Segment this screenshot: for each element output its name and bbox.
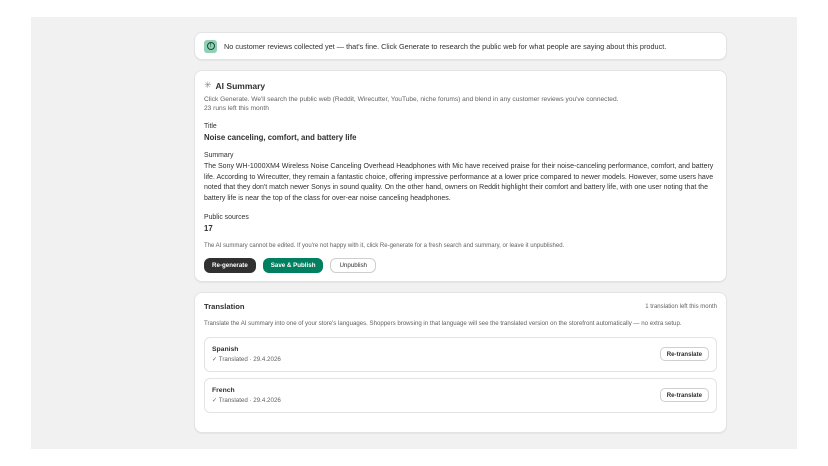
ai-summary-subtitle: Click Generate. We'll search the public … (204, 96, 619, 103)
runs-left: 23 runs left this month (204, 105, 269, 112)
page-background: ! No customer reviews collected yet — th… (31, 17, 797, 449)
unpublish-button[interactable]: Unpublish (330, 258, 376, 273)
summary-label: Summary (204, 152, 234, 159)
main-column: ! No customer reviews collected yet — th… (194, 32, 727, 433)
ai-summary-title: AI Summary (215, 80, 266, 91)
translation-status: ✓ Translated · 29.4.2026 (212, 396, 281, 404)
save-publish-button[interactable]: Save & Publish (262, 258, 324, 273)
language-name: Spanish (212, 345, 239, 353)
translation-header: Translation 1 translation left this mont… (204, 302, 717, 311)
language-row-french: French ✓ Translated · 29.4.2026 Re-trans… (204, 377, 717, 413)
title-label: Title (204, 123, 217, 130)
info-icon: ! (204, 39, 217, 53)
language-info: French ✓ Translated · 29.4.2026 (212, 387, 281, 404)
language-name: French (212, 386, 235, 394)
language-row-spanish: Spanish ✓ Translated · 29.4.2026 Re-tran… (204, 336, 717, 372)
ai-summary-card: ✳ AI Summary Click Generate. We'll searc… (194, 70, 727, 282)
translation-status: ✓ Translated · 29.4.2026 (212, 355, 281, 363)
public-sources-label: Public sources (204, 214, 249, 221)
banner-text: No customer reviews collected yet — that… (224, 41, 667, 51)
translations-left: 1 translation left this month (645, 303, 717, 310)
summary-actions: Re-generate Save & Publish Unpublish (204, 258, 717, 273)
sparkle-icon: ✳ (204, 80, 212, 90)
language-info: Spanish ✓ Translated · 29.4.2026 (212, 346, 281, 363)
ai-summary-heading: ✳ AI Summary (204, 80, 717, 91)
public-sources-value: 17 (204, 224, 213, 233)
retranslate-spanish-button[interactable]: Re-translate (659, 347, 709, 361)
retranslate-french-button[interactable]: Re-translate (659, 388, 709, 402)
summary-text: The Sony WH-1000XM4 Wireless Noise Cance… (204, 163, 714, 202)
no-reviews-banner: ! No customer reviews collected yet — th… (194, 32, 727, 60)
translation-title: Translation (204, 302, 245, 311)
translation-description: Translate the AI summary into one of you… (204, 320, 682, 327)
summary-edit-note: The AI summary cannot be edited. If you'… (204, 243, 565, 249)
title-value: Noise canceling, comfort, and battery li… (204, 133, 357, 142)
translation-card: Translation 1 translation left this mont… (194, 292, 727, 433)
regenerate-button[interactable]: Re-generate (204, 258, 256, 273)
